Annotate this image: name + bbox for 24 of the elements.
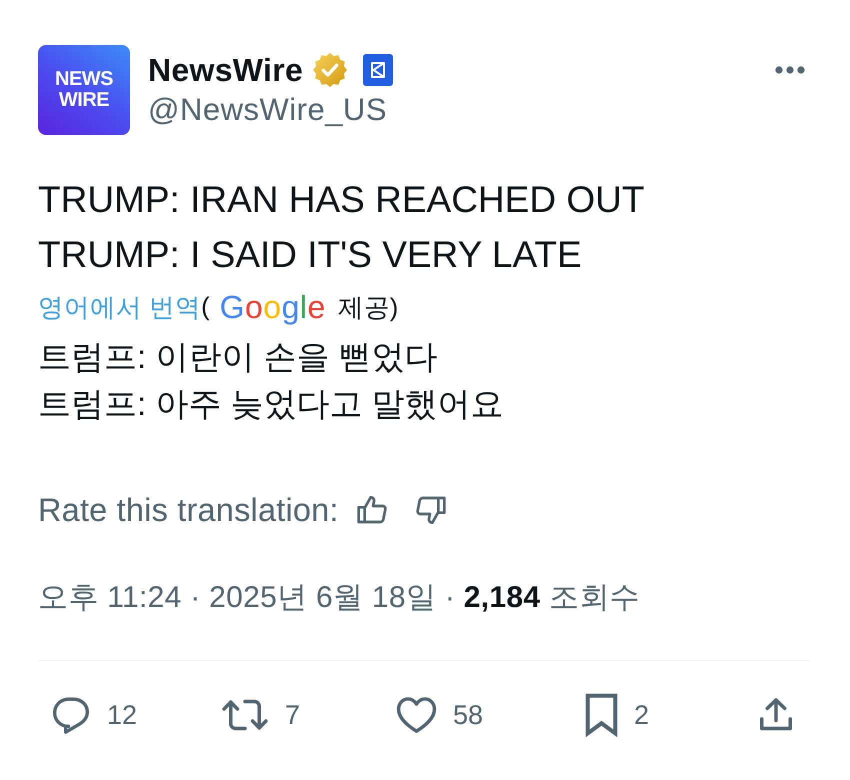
google-logo: Google: [220, 290, 326, 324]
display-name[interactable]: NewsWire: [148, 49, 304, 91]
user-handle[interactable]: @NewsWire_US: [148, 92, 387, 128]
parenthesis-text: (: [201, 292, 210, 322]
repost-count: 7: [285, 700, 300, 730]
rate-translation-label: Rate this translation:: [38, 492, 339, 528]
bookmark-icon[interactable]: [585, 693, 618, 737]
avatar-logo[interactable]: NEWS WIRE: [38, 45, 130, 135]
thumbs-down-icon[interactable]: [414, 494, 447, 526]
more-options-icon[interactable]: [775, 66, 805, 74]
speech-bubble-icon[interactable]: [51, 695, 91, 735]
tweet-text-line: TRUMP: I SAID IT'S VERY LATE: [38, 233, 582, 277]
logo-text: NEWS WIRE: [55, 69, 113, 111]
thumbs-up-icon[interactable]: [356, 494, 388, 526]
timestamp-views-text: 오후 11:24 · 2025년 6월 18일 · 2,184 조회수: [38, 580, 640, 616]
heart-icon[interactable]: [396, 696, 437, 734]
like-count: 58: [453, 700, 484, 730]
tweet-text-line: TRUMP: IRAN HAS REACHED OUT: [38, 178, 644, 222]
translated-text-line: 트럼프: 이란이 손을 뻗었다: [38, 337, 438, 377]
bookmark-count: 2: [634, 700, 650, 730]
provider-credit-text: 제공): [338, 292, 398, 324]
reply-count: 12: [107, 700, 138, 730]
affiliate-badge-icon[interactable]: [363, 54, 394, 86]
translated-text-line: 트럼프: 아주 늦었다고 말했어요: [38, 384, 504, 424]
